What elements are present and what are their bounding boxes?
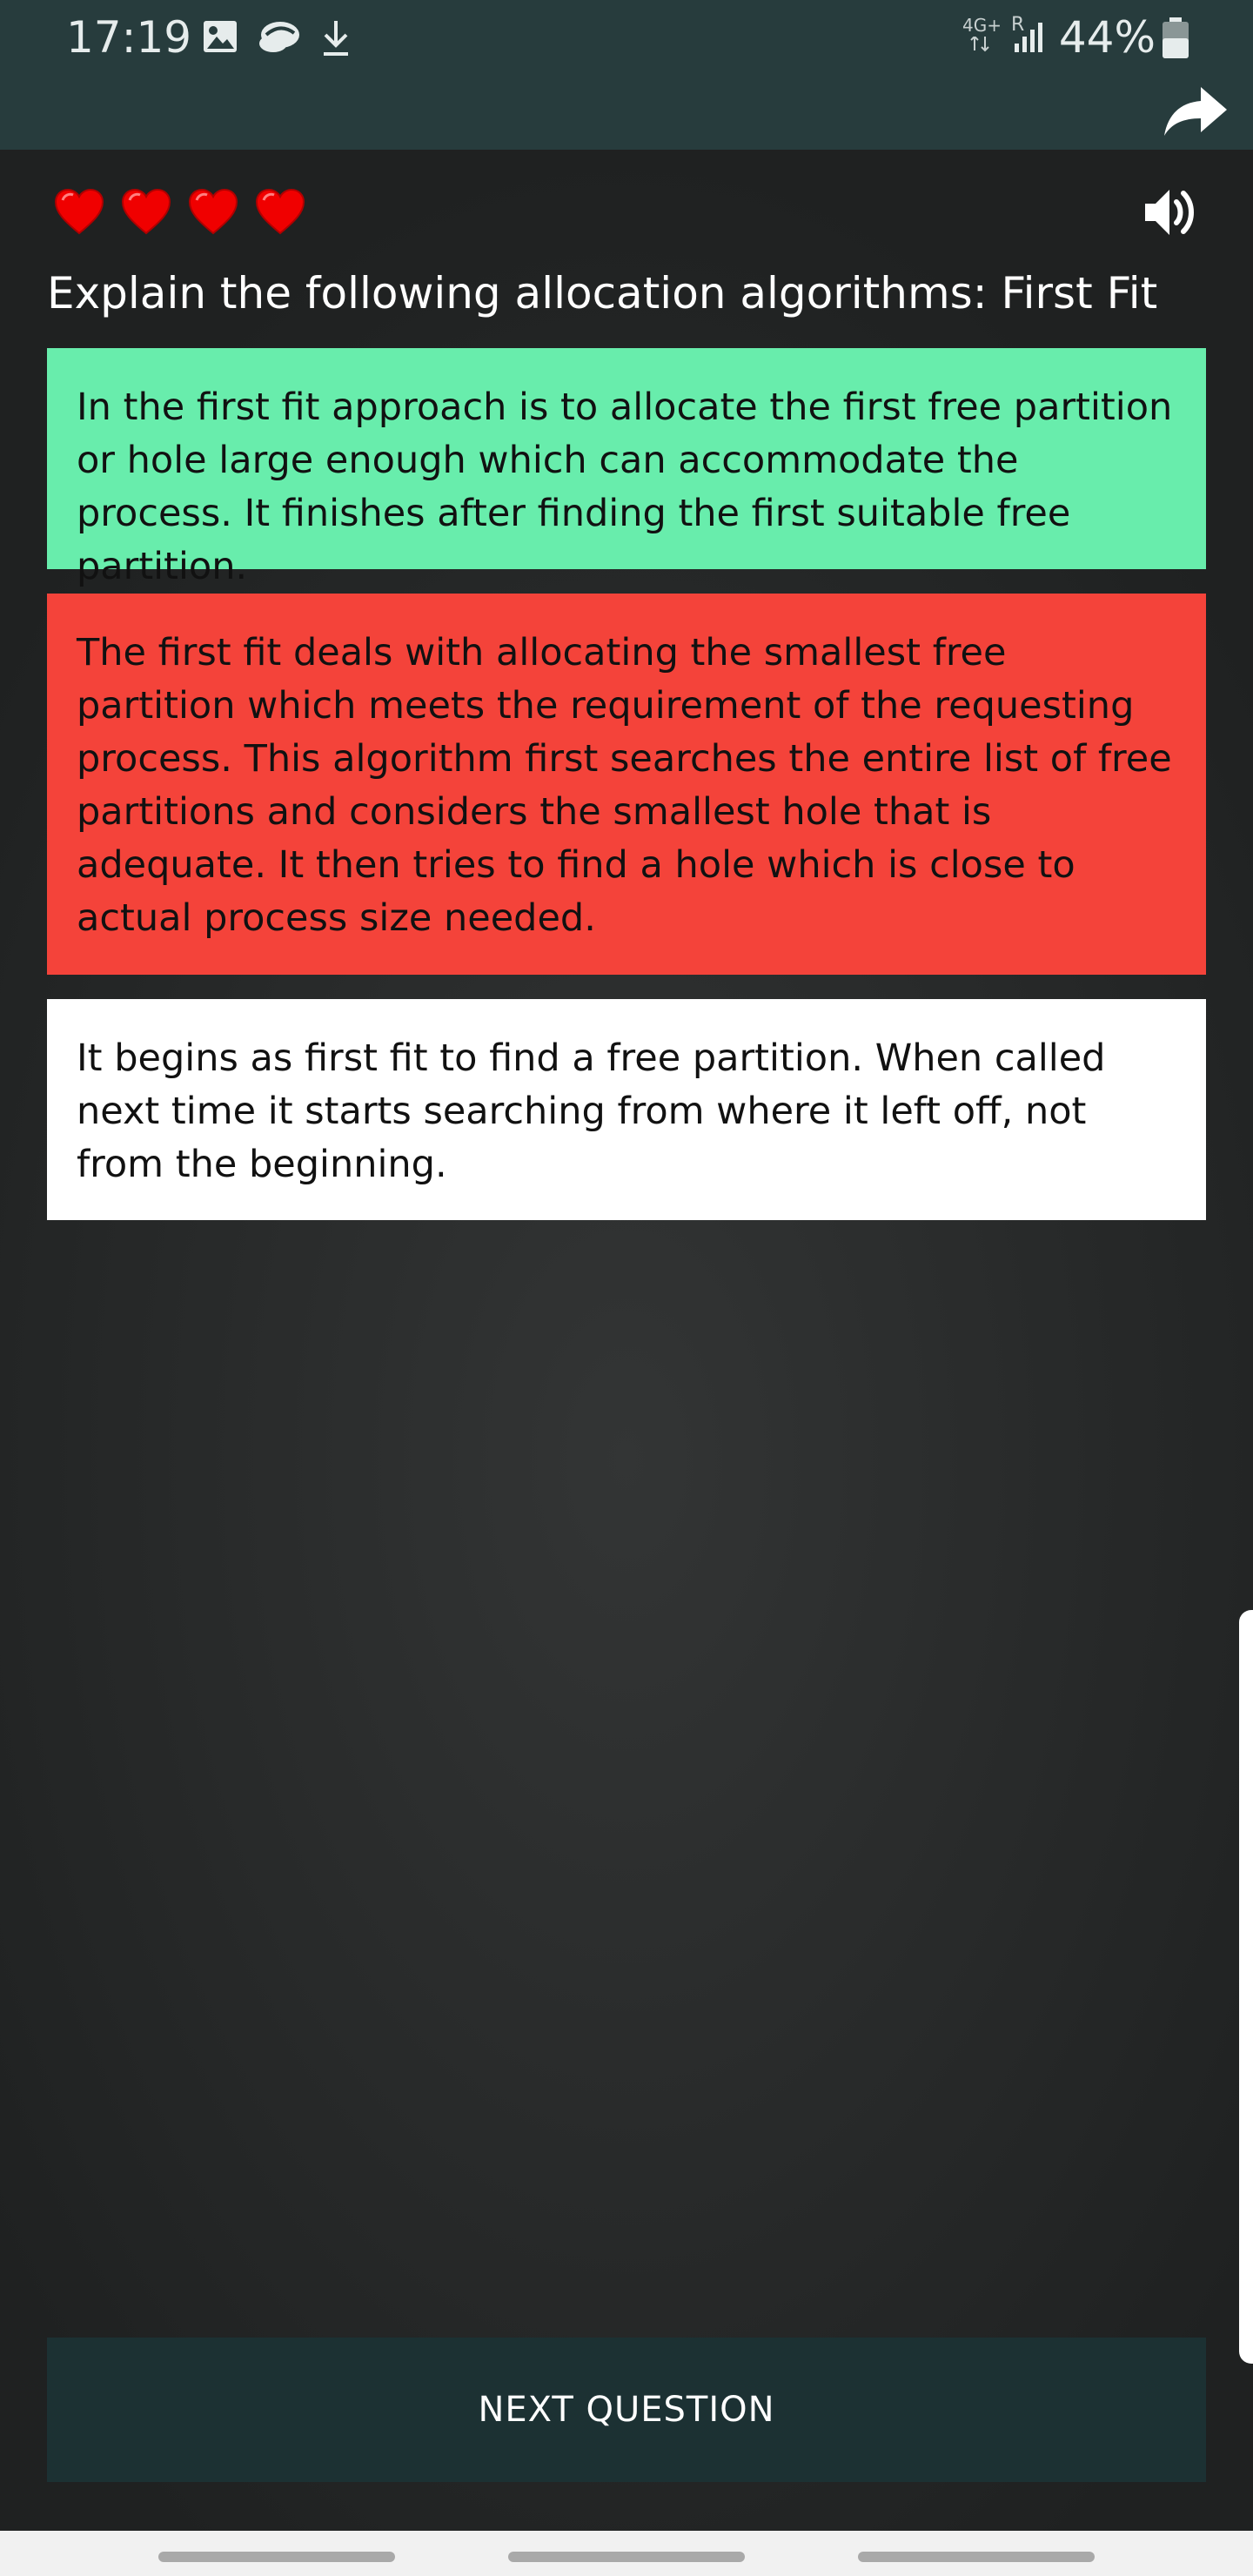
battery-icon [1161,17,1190,63]
back-button[interactable] [858,2552,1095,2562]
answer-option-correct[interactable]: In the first fit approach is to allocate… [47,348,1206,588]
heart-icon [188,188,238,237]
answer-option-wrong[interactable]: The first fit deals with allocating the … [47,594,1206,975]
network-label: 4G+ [962,15,1002,36]
recent-apps-button[interactable] [158,2552,395,2562]
cloud-sync-icon [258,17,301,59]
edge-panel-handle[interactable] [1239,1610,1253,2364]
answer-option[interactable]: It begins as first fit to find a free pa… [47,999,1206,1220]
next-question-button[interactable]: NEXT QUESTION [47,2338,1206,2482]
data-arrows-icon [968,35,994,57]
image-icon [202,19,238,57]
home-button[interactable] [508,2552,745,2562]
top-bar: 17:19 4G+ R 44% [0,0,1253,150]
network-type-label: 4G+ [962,16,1002,35]
signal-icon [1011,23,1049,57]
heart-icon [54,188,104,237]
download-icon [318,17,353,61]
question-text: Explain the following allocation algorit… [47,268,1158,319]
share-icon[interactable] [1163,84,1229,139]
system-navigation-bar [0,2531,1253,2576]
heart-icon [255,188,305,237]
heart-icon [121,188,171,237]
status-time: 17:19 [66,12,192,63]
battery-percentage: 44% [1058,12,1156,63]
status-bar: 17:19 4G+ R 44% [0,0,1253,77]
speaker-icon[interactable] [1142,183,1201,242]
